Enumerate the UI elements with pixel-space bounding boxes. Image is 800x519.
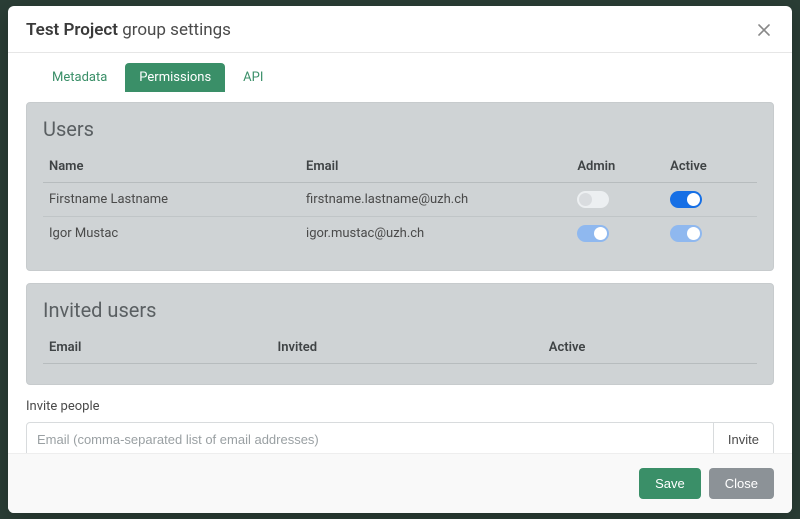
tab-permissions[interactable]: Permissions [125,63,225,92]
user-email: firstname.lastname@uzh.ch [300,183,571,217]
users-heading: Users [43,117,757,141]
active-toggle[interactable] [670,225,702,242]
modal-title: Test Project group settings [26,20,231,40]
tab-metadata[interactable]: Metadata [38,63,121,92]
user-email: igor.mustac@uzh.ch [300,217,571,251]
project-name: Test Project [26,20,118,40]
invite-block: Invite people Invite Separate multiple e… [26,399,774,453]
col-inv-invited: Invited [271,332,542,364]
tabs: Metadata Permissions API [8,53,792,92]
invited-heading: Invited users [43,298,757,322]
active-toggle[interactable] [670,191,702,208]
close-button[interactable]: Close [709,468,774,499]
col-inv-active: Active [543,332,757,364]
invite-label: Invite people [26,399,774,414]
save-button[interactable]: Save [639,468,701,499]
invited-table: Email Invited Active [43,332,757,364]
invited-users-panel: Invited users Email Invited Active [26,283,774,385]
col-inv-email: Email [43,332,271,364]
title-suffix: group settings [122,20,231,40]
table-row: Igor Mustac igor.mustac@uzh.ch [43,217,757,251]
col-email: Email [300,151,571,183]
col-admin: Admin [571,151,664,183]
close-icon[interactable] [754,20,774,40]
table-row: Firstname Lastname firstname.lastname@uz… [43,183,757,217]
group-settings-modal: Test Project group settings Metadata Per… [8,6,792,513]
users-table: Name Email Admin Active Firstname Lastna… [43,151,757,250]
admin-toggle[interactable] [577,191,609,208]
invite-row: Invite [26,422,774,453]
user-name: Igor Mustac [43,217,300,251]
users-panel: Users Name Email Admin Active Firstname … [26,102,774,271]
admin-toggle[interactable] [577,225,609,242]
modal-footer: Save Close [8,453,792,513]
modal-header: Test Project group settings [8,6,792,53]
invite-button[interactable]: Invite [714,422,774,453]
col-active: Active [664,151,757,183]
user-name: Firstname Lastname [43,183,300,217]
col-name: Name [43,151,300,183]
modal-body: Metadata Permissions API Users Name Emai… [8,53,792,453]
tab-api[interactable]: API [229,63,277,92]
invite-input[interactable] [26,422,714,453]
